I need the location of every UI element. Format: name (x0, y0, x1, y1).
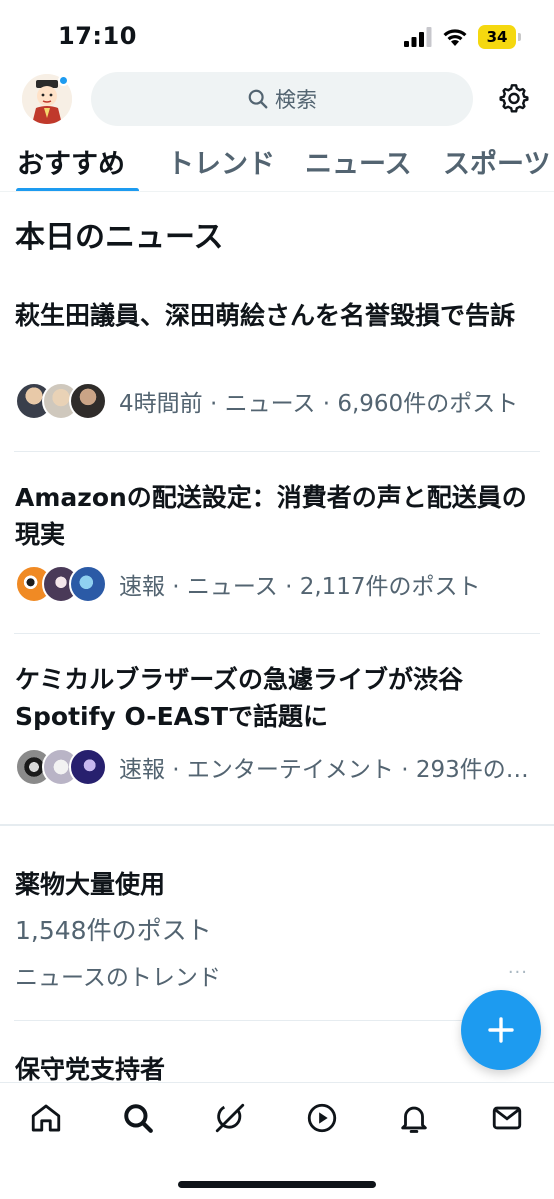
home-indicator (178, 1181, 376, 1188)
divider (14, 451, 540, 452)
top-header: 検索 (0, 70, 554, 128)
tab-trends[interactable]: トレンド (167, 142, 275, 181)
battery-indicator: 34 (478, 25, 521, 49)
news-meta[interactable]: 速報 · エンターテイメント · 293件のポスト (15, 747, 534, 787)
trend-post-count: 1,548件のポスト (15, 916, 212, 945)
status-bar: 17:10 34 (0, 0, 554, 72)
trend-title[interactable]: 保守党支持者 (15, 1050, 165, 1086)
tab-bar: おすすめ トレンド ニュース スポーツ (0, 140, 554, 192)
section-title: 本日のニュース (15, 220, 224, 255)
cellular-signal-icon (404, 27, 432, 47)
more-options-icon[interactable]: ··· (508, 962, 528, 983)
news-title[interactable]: Amazonの配送設定：消費者の声と配送員の現実 (15, 479, 535, 553)
news-meta[interactable]: 速報 · ニュース · 2,117件のポスト (15, 564, 534, 604)
search-icon (248, 89, 268, 109)
tab-recommended[interactable]: おすすめ (17, 142, 125, 181)
bell-icon[interactable] (397, 1101, 431, 1135)
gear-icon[interactable] (498, 82, 530, 114)
news-meta[interactable]: 4時間前 · ニュース · 6,960件のポスト (15, 381, 534, 421)
compose-button[interactable] (461, 990, 541, 1070)
news-meta-text: 4時間前 · ニュース · 6,960件のポスト (119, 391, 519, 417)
avatar (69, 382, 107, 420)
grok-icon[interactable] (213, 1101, 247, 1135)
wifi-icon (443, 29, 467, 46)
avatar-stack (15, 748, 107, 786)
status-icons: 34 (404, 24, 521, 50)
avatar (69, 748, 107, 786)
avatar (69, 565, 107, 603)
search-placeholder: 検索 (275, 88, 317, 112)
explore-icon[interactable] (121, 1101, 155, 1135)
active-tab-indicator (16, 188, 139, 191)
news-meta-text: 速報 · ニュース · 2,117件のポスト (119, 574, 481, 600)
tab-sports[interactable]: スポーツ (443, 142, 550, 181)
news-title[interactable]: 萩生田議員、深田萌絵さんを名誉毀損で告訴 (15, 297, 535, 334)
avatar-stack (15, 382, 107, 420)
trend-title[interactable]: 薬物大量使用 (15, 865, 165, 901)
trend-category: ニュースのトレンド (15, 965, 221, 991)
news-title[interactable]: ケミカルブラザーズの急遽ライブが渋谷Spotify O-EASTで話題に (15, 661, 535, 735)
tab-news[interactable]: ニュース (305, 142, 412, 181)
news-meta-text: 速報 · エンターテイメント · 293件のポスト (119, 757, 534, 783)
search-bar[interactable]: 検索 (91, 72, 473, 126)
notification-dot (58, 75, 69, 86)
compose-plus-icon (488, 1017, 514, 1043)
divider (14, 633, 540, 634)
video-icon[interactable] (305, 1101, 339, 1135)
section-divider (0, 824, 554, 826)
status-time: 17:10 (58, 22, 137, 50)
avatar-stack (15, 565, 107, 603)
home-icon[interactable] (29, 1101, 63, 1135)
mail-icon[interactable] (490, 1101, 524, 1135)
